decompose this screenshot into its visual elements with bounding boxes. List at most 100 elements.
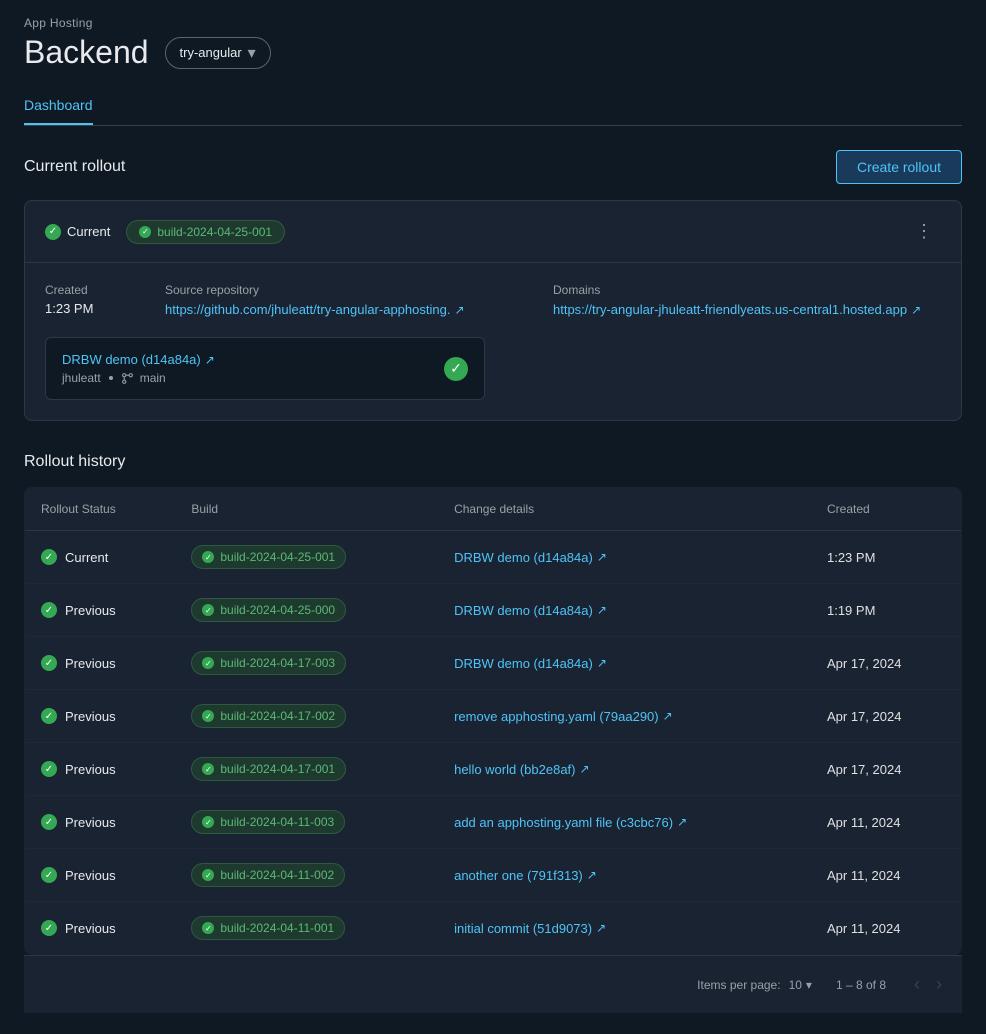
- table-row: ✓ Previous ✓ build-2024-04-11-002 anothe…: [25, 849, 962, 902]
- row-created: Apr 17, 2024: [811, 690, 962, 743]
- tab-dashboard[interactable]: Dashboard: [24, 87, 93, 125]
- row-change-link[interactable]: remove apphosting.yaml (79aa290) ↗: [454, 709, 673, 724]
- branch-chip: main: [121, 371, 166, 385]
- row-status-icon: ✓: [41, 708, 57, 724]
- row-build-chip[interactable]: ✓ build-2024-04-17-003: [191, 651, 346, 675]
- create-rollout-button[interactable]: Create rollout: [836, 150, 962, 184]
- pagination-next-button[interactable]: ›: [932, 970, 946, 999]
- table-row: ✓ Previous ✓ build-2024-04-17-003 DRBW d…: [25, 637, 962, 690]
- row-build-chip[interactable]: ✓ build-2024-04-17-001: [191, 757, 346, 781]
- row-build-chip[interactable]: ✓ build-2024-04-11-002: [191, 863, 345, 887]
- pagination-prev-button[interactable]: ‹: [910, 970, 924, 999]
- commit-author: jhuleatt: [62, 371, 101, 385]
- current-build-chip[interactable]: ✓ build-2024-04-25-001: [126, 220, 285, 244]
- table-body: ✓ Current ✓ build-2024-04-25-001 DRBW de…: [25, 531, 962, 955]
- row-build-id: build-2024-04-25-000: [220, 603, 335, 617]
- row-change-text: DRBW demo (d14a84a): [454, 550, 593, 565]
- current-rollout-header: Current rollout Create rollout: [24, 150, 962, 184]
- col-rollout-status: Rollout Status: [25, 488, 176, 531]
- row-external-icon: ↗: [663, 709, 673, 723]
- row-status: ✓ Previous: [41, 761, 159, 777]
- source-repo-link[interactable]: https://github.com/jhuleatt/try-angular-…: [165, 302, 465, 317]
- current-rollout-title: Current rollout: [24, 158, 125, 176]
- row-status: ✓ Previous: [41, 708, 159, 724]
- backend-title: Backend: [24, 34, 149, 71]
- commit-title-text: DRBW demo (d14a84a): [62, 352, 201, 367]
- col-change-details: Change details: [438, 488, 811, 531]
- row-change-link[interactable]: add an apphosting.yaml file (c3cbc76) ↗: [454, 815, 687, 830]
- table-row: ✓ Previous ✓ build-2024-04-17-002 remove…: [25, 690, 962, 743]
- row-change-text: hello world (bb2e8af): [454, 762, 575, 777]
- domain-link[interactable]: https://try-angular-jhuleatt-friendlyeat…: [553, 302, 921, 317]
- row-change-text: another one (791f313): [454, 868, 583, 883]
- rollout-card: ✓ Current ✓ build-2024-04-25-001 ⋮ Creat…: [24, 200, 962, 421]
- row-status-label: Previous: [65, 815, 116, 830]
- row-change-link[interactable]: initial commit (51d9073) ↗: [454, 921, 606, 936]
- row-status-icon: ✓: [41, 920, 57, 936]
- row-build-id: build-2024-04-17-003: [220, 656, 335, 670]
- chevron-down-icon: ▾: [248, 43, 256, 63]
- external-link-icon: ↗: [454, 303, 464, 317]
- row-build-chip[interactable]: ✓ build-2024-04-11-001: [191, 916, 345, 940]
- per-page-value: 10: [789, 978, 802, 992]
- row-status-icon: ✓: [41, 602, 57, 618]
- row-created: Apr 11, 2024: [811, 796, 962, 849]
- commit-external-icon: ↗: [205, 353, 215, 367]
- items-per-page-label: Items per page:: [697, 978, 780, 992]
- rollout-card-body: Created 1:23 PM Source repository https:…: [25, 263, 961, 420]
- row-build-icon: ✓: [202, 604, 214, 616]
- per-page-chevron: ▾: [806, 978, 812, 992]
- row-build-chip[interactable]: ✓ build-2024-04-17-002: [191, 704, 346, 728]
- row-build-id: build-2024-04-25-001: [220, 550, 335, 564]
- commit-box: DRBW demo (d14a84a) ↗ jhuleatt main: [45, 337, 485, 400]
- row-change-link[interactable]: DRBW demo (d14a84a) ↗: [454, 656, 607, 671]
- row-build-icon: ✓: [202, 657, 214, 669]
- tabs-row: Dashboard: [24, 87, 962, 126]
- row-status-icon: ✓: [41, 549, 57, 565]
- branch-selector[interactable]: try-angular ▾: [165, 37, 271, 69]
- row-change-link[interactable]: DRBW demo (d14a84a) ↗: [454, 550, 607, 565]
- created-label: Created: [45, 283, 165, 297]
- row-change-link[interactable]: another one (791f313) ↗: [454, 868, 597, 883]
- row-status-label: Previous: [65, 603, 116, 618]
- row-change-link[interactable]: hello world (bb2e8af) ↗: [454, 762, 589, 777]
- row-external-icon: ↗: [580, 762, 590, 776]
- more-options-button[interactable]: ⋮: [907, 217, 941, 246]
- row-build-icon: ✓: [202, 922, 214, 934]
- rollout-history-title: Rollout history: [24, 453, 962, 471]
- row-change-text: initial commit (51d9073): [454, 921, 592, 936]
- row-created: Apr 17, 2024: [811, 637, 962, 690]
- row-change-link[interactable]: DRBW demo (d14a84a) ↗: [454, 603, 607, 618]
- domains-label: Domains: [553, 283, 941, 297]
- row-build-id: build-2024-04-11-002: [220, 868, 334, 882]
- commit-meta: jhuleatt main: [62, 371, 215, 385]
- row-build-icon: ✓: [202, 816, 214, 828]
- row-external-icon: ↗: [597, 656, 607, 670]
- row-external-icon: ↗: [587, 868, 597, 882]
- per-page-select[interactable]: 10 ▾: [789, 978, 812, 992]
- row-status-icon: ✓: [41, 761, 57, 777]
- row-change-text: DRBW demo (d14a84a): [454, 656, 593, 671]
- table-row: ✓ Previous ✓ build-2024-04-17-001 hello …: [25, 743, 962, 796]
- row-build-chip[interactable]: ✓ build-2024-04-25-000: [191, 598, 346, 622]
- items-per-page: Items per page: 10 ▾: [697, 978, 812, 992]
- row-build-chip[interactable]: ✓ build-2024-04-25-001: [191, 545, 346, 569]
- app-hosting-label: App Hosting: [24, 16, 962, 30]
- commit-title-link[interactable]: DRBW demo (d14a84a) ↗: [62, 352, 215, 367]
- build-status-icon: ✓: [139, 226, 151, 238]
- row-external-icon: ↗: [677, 815, 687, 829]
- row-build-icon: ✓: [202, 710, 214, 722]
- row-created: 1:19 PM: [811, 584, 962, 637]
- domain-url: https://try-angular-jhuleatt-friendlyeat…: [553, 302, 907, 317]
- row-build-chip[interactable]: ✓ build-2024-04-11-003: [191, 810, 345, 834]
- row-created: Apr 11, 2024: [811, 849, 962, 902]
- row-build-icon: ✓: [202, 551, 214, 563]
- domains-group: Domains https://try-angular-jhuleatt-fri…: [553, 283, 941, 317]
- page-header: Backend try-angular ▾: [24, 34, 962, 71]
- row-change-text: remove apphosting.yaml (79aa290): [454, 709, 659, 724]
- row-status: ✓ Previous: [41, 602, 159, 618]
- created-value: 1:23 PM: [45, 301, 165, 316]
- row-external-icon: ↗: [597, 603, 607, 617]
- created-group: Created 1:23 PM: [45, 283, 165, 317]
- source-repo-url: https://github.com/jhuleatt/try-angular-…: [165, 302, 450, 317]
